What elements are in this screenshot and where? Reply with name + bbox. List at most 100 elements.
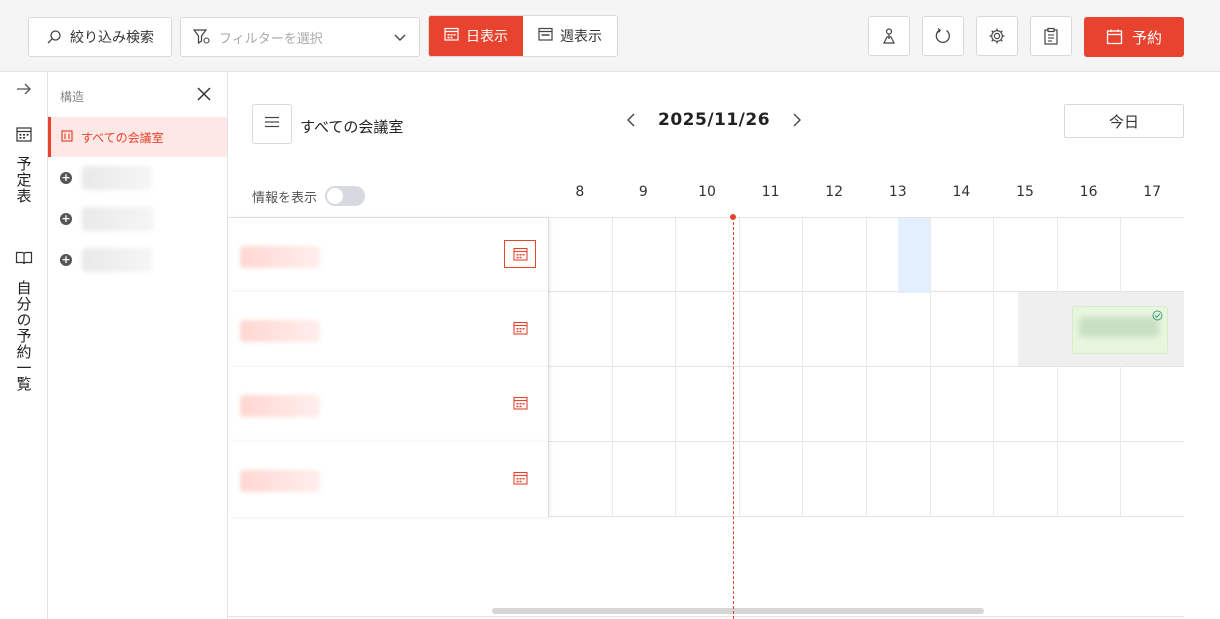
hour-cell[interactable] (611, 218, 676, 293)
room-name-redacted (240, 246, 320, 268)
hour-cell[interactable] (1120, 367, 1184, 442)
filter-search-label: 絞り込み検索 (70, 30, 154, 46)
info-switch[interactable] (325, 186, 366, 206)
current-time-line (733, 217, 734, 619)
room-row (228, 292, 1184, 367)
hour-cell[interactable] (738, 218, 803, 293)
arrow-right-icon[interactable] (16, 82, 32, 100)
calendar-icon (444, 27, 459, 45)
side-nav: 予定表 自分の予約一覧 (0, 72, 48, 619)
nav-my-reservations-label: 自分の予約一覧 (14, 280, 33, 392)
hour-cell[interactable] (866, 442, 930, 517)
hour-cell[interactable] (738, 292, 803, 367)
tree-item[interactable]: + (60, 206, 220, 232)
chevron-left-icon[interactable] (626, 112, 636, 128)
reservation-event[interactable] (1072, 306, 1168, 354)
hour-cell[interactable] (675, 442, 739, 517)
hour-cell[interactable] (802, 218, 866, 293)
hour-cell[interactable] (1056, 367, 1121, 442)
hour-cell[interactable] (548, 292, 612, 367)
room-calendar-icon[interactable] (504, 389, 536, 417)
tree-item[interactable]: + (60, 247, 220, 273)
pin-icon (881, 27, 897, 45)
view-toggle: 日表示 週表示 (428, 15, 618, 57)
hour-label: 16 (1079, 184, 1098, 200)
selected-slot[interactable] (898, 218, 930, 293)
current-date: 2025/11/26 (658, 110, 771, 130)
hour-cell[interactable] (929, 367, 994, 442)
hour-label: 10 (698, 184, 716, 200)
tree-item[interactable]: + (60, 165, 220, 191)
building-icon (61, 129, 73, 145)
day-view-button[interactable]: 日表示 (429, 16, 523, 56)
reserve-label: 予約 (1131, 28, 1162, 47)
room-grid (228, 217, 1184, 517)
week-view-button[interactable]: 週表示 (523, 16, 617, 56)
hour-cell[interactable] (675, 218, 739, 293)
filter-placeholder: フィルターを選択 (219, 31, 323, 47)
room-row (228, 442, 1184, 517)
hour-cell[interactable] (866, 367, 930, 442)
room-timeline[interactable] (548, 292, 1184, 367)
search-icon (46, 29, 62, 45)
hour-cell[interactable] (1056, 442, 1121, 517)
clipboard-button[interactable] (1030, 16, 1072, 56)
hour-cell[interactable] (802, 292, 866, 367)
hour-cell[interactable] (866, 292, 930, 367)
room-label (228, 292, 548, 367)
room-calendar-icon[interactable] (504, 314, 536, 342)
gear-icon (988, 27, 1006, 45)
horizontal-scrollbar[interactable] (492, 608, 984, 614)
room-timeline[interactable] (548, 367, 1184, 442)
hour-cell[interactable] (675, 367, 739, 442)
map-button[interactable] (868, 16, 910, 56)
hour-cell[interactable] (548, 218, 612, 293)
hour-cell[interactable] (929, 442, 994, 517)
hour-cell[interactable] (993, 367, 1057, 442)
hour-label: 13 (888, 184, 907, 200)
hour-cell[interactable] (929, 218, 994, 293)
hour-cell[interactable] (1120, 442, 1184, 517)
schedule-main: すべての会議室 2025/11/26 今日 情報を表示 8 9 10 11 12 13 14… (228, 72, 1220, 619)
reserve-button[interactable]: 予約 (1084, 17, 1184, 57)
chevron-right-icon[interactable] (792, 112, 802, 128)
expand-icon[interactable]: + (60, 172, 72, 184)
room-calendar-icon[interactable] (504, 240, 536, 268)
hour-cell[interactable] (548, 442, 612, 517)
hour-cell[interactable] (548, 367, 612, 442)
hour-cell[interactable] (611, 292, 676, 367)
nav-my-reservations[interactable]: 自分の予約一覧 (0, 250, 48, 392)
info-toggle: 情報を表示 (252, 186, 366, 206)
filter-select[interactable]: フィルターを選択 (180, 17, 420, 57)
refresh-button[interactable] (922, 16, 964, 56)
clipboard-icon (1043, 27, 1059, 45)
hour-cell[interactable] (993, 218, 1057, 293)
hour-cell[interactable] (1056, 218, 1121, 293)
hour-cell[interactable] (802, 367, 866, 442)
hour-cell[interactable] (993, 442, 1057, 517)
calendar-icon (16, 126, 32, 146)
room-name-redacted (240, 320, 320, 342)
room-menu-button[interactable] (252, 104, 292, 144)
hour-cell[interactable] (738, 367, 803, 442)
hour-label: 14 (952, 184, 971, 200)
hour-cell[interactable] (675, 292, 739, 367)
hour-cell[interactable] (611, 442, 676, 517)
expand-icon[interactable]: + (60, 213, 72, 225)
room-label (228, 442, 548, 517)
filter-search-button[interactable]: 絞り込み検索 (28, 17, 172, 57)
hour-cell[interactable] (1120, 218, 1184, 293)
hour-cell[interactable] (802, 442, 866, 517)
expand-icon[interactable]: + (60, 254, 72, 266)
room-calendar-icon[interactable] (504, 464, 536, 492)
hour-cell[interactable] (738, 442, 803, 517)
room-timeline[interactable] (548, 442, 1184, 517)
today-button[interactable]: 今日 (1064, 104, 1184, 138)
hour-cell[interactable] (611, 367, 676, 442)
close-icon[interactable] (196, 86, 212, 106)
settings-button[interactable] (976, 16, 1018, 56)
tree-item-all-rooms[interactable]: すべての会議室 (48, 117, 227, 157)
room-timeline[interactable] (548, 218, 1184, 293)
nav-schedule[interactable]: 予定表 (0, 126, 48, 204)
hour-cell[interactable] (929, 292, 994, 367)
